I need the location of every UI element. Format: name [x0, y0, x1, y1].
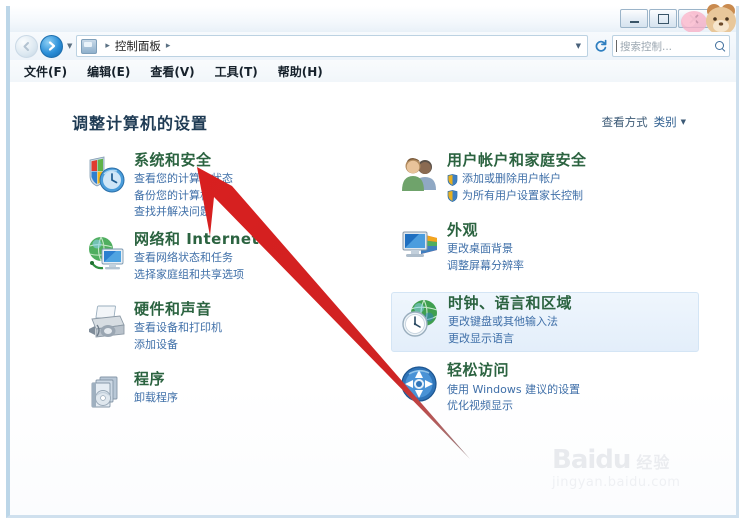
category-link[interactable]: 卸载程序 — [134, 390, 382, 407]
text-caret — [616, 40, 617, 52]
category-title[interactable]: 外观 — [447, 221, 695, 239]
category-link[interactable]: 使用 Windows 建议的设置 — [447, 382, 695, 399]
close-icon — [689, 13, 699, 24]
search-box[interactable]: 搜索控制... — [612, 35, 730, 57]
category-network-and-internet[interactable]: 网络和 Internet 查看网络状态和任务 选择家庭组和共享选项 — [82, 230, 382, 291]
refresh-icon — [595, 39, 607, 52]
category-link[interactable]: 更改桌面背景 — [447, 241, 695, 258]
network-internet-icon — [89, 236, 124, 270]
category-link[interactable]: 调整屏幕分辨率 — [447, 258, 695, 275]
view-by-label: 查看方式 — [601, 115, 648, 129]
category-link[interactable]: 更改键盘或其他输入法 — [448, 314, 698, 331]
category-title[interactable]: 网络和 Internet — [134, 230, 382, 248]
search-icon — [715, 40, 726, 52]
close-button[interactable] — [678, 9, 710, 28]
breadcrumb-separator-1: ▸ — [105, 41, 110, 51]
clock-language-region-icon — [402, 299, 438, 337]
control-panel-window: ▼ ▸ 控制面板 ▸ ▼ 搜索控制... 文件(F) 编辑(E) 查看(V) 工… — [6, 4, 739, 518]
breadcrumb-control-panel[interactable]: 控制面板 — [115, 38, 161, 54]
control-panel-icon — [81, 38, 98, 54]
category-link[interactable]: 更改显示语言 — [448, 331, 698, 348]
category-title[interactable]: 系统和安全 — [134, 151, 382, 169]
watermark-url: jingyan.baidu.com — [552, 475, 681, 490]
category-programs[interactable]: 程序 卸载程序 — [82, 370, 382, 431]
page-title: 调整计算机的设置 — [72, 114, 209, 133]
control-panel-content: 调整计算机的设置 查看方式 类别 ▼ 系统和安全 查看您的计算机状态 备份您的计… — [10, 82, 736, 515]
category-link[interactable]: 添加设备 — [134, 337, 382, 354]
category-column-right: 用户帐户和家庭安全 添加或删除用户帐户 为所有用户设置家长控制 外观 更改桌面背… — [391, 151, 699, 432]
category-link[interactable]: 查看设备和打印机 — [134, 320, 382, 337]
breadcrumb-separator-2[interactable]: ▸ — [166, 41, 171, 51]
system-security-icon — [89, 156, 125, 193]
baidu-watermark: Baidu 经验 jingyan.baidu.com — [552, 447, 722, 505]
category-clock-language-region[interactable]: 时钟、语言和区域 更改键盘或其他输入法 更改显示语言 — [391, 292, 699, 353]
hardware-sound-icon — [89, 305, 125, 338]
menu-help[interactable]: 帮助(H) — [278, 63, 323, 80]
category-link[interactable]: 优化视频显示 — [447, 398, 695, 415]
maximize-icon — [657, 13, 669, 24]
uac-shield-icon — [447, 190, 458, 202]
category-hardware-and-sound[interactable]: 硬件和声音 查看设备和打印机 添加设备 — [82, 300, 382, 361]
back-button[interactable] — [15, 34, 38, 58]
search-input[interactable]: 搜索控制... — [620, 39, 715, 54]
appearance-icon — [402, 231, 437, 257]
ease-of-access-icon — [401, 366, 437, 402]
back-arrow-icon — [23, 41, 29, 51]
programs-icon — [91, 376, 118, 408]
user-accounts-icon — [402, 158, 436, 191]
category-link[interactable]: 为所有用户设置家长控制 — [447, 188, 695, 205]
menu-tools[interactable]: 工具(T) — [215, 63, 258, 80]
uac-shield-icon — [447, 173, 458, 186]
category-link[interactable]: 查看您的计算机状态 — [134, 171, 382, 188]
window-controls — [619, 9, 710, 28]
menu-edit[interactable]: 编辑(E) — [87, 63, 130, 80]
view-by-value[interactable]: 类别 — [654, 114, 677, 130]
window-titlebar — [10, 4, 736, 42]
forward-button[interactable] — [40, 34, 63, 58]
minimize-button[interactable] — [620, 9, 648, 28]
watermark-brand-cn: 经验 — [636, 453, 671, 472]
category-user-accounts-and-family-safety[interactable]: 用户帐户和家庭安全 添加或删除用户帐户 为所有用户设置家长控制 — [395, 151, 695, 212]
view-by-control[interactable]: 查看方式 类别 ▼ — [602, 114, 686, 130]
breadcrumb-bar[interactable]: ▸ 控制面板 ▸ ▼ — [76, 35, 588, 57]
breadcrumb-dropdown-arrow[interactable]: ▼ — [576, 42, 583, 50]
category-column-left: 系统和安全 查看您的计算机状态 备份您的计算机 查找并解决问题 网络和 Inte… — [82, 151, 382, 441]
menu-view[interactable]: 查看(V) — [150, 63, 194, 80]
category-title[interactable]: 用户帐户和家庭安全 — [447, 151, 695, 169]
category-title[interactable]: 轻松访问 — [447, 361, 695, 379]
category-system-and-security[interactable]: 系统和安全 查看您的计算机状态 备份您的计算机 查找并解决问题 — [82, 151, 382, 221]
maximize-button[interactable] — [649, 9, 677, 28]
category-ease-of-access[interactable]: 轻松访问 使用 Windows 建议的设置 优化视频显示 — [395, 361, 695, 422]
address-bar: ▼ ▸ 控制面板 ▸ ▼ 搜索控制... — [10, 32, 736, 60]
category-title[interactable]: 硬件和声音 — [134, 300, 382, 318]
menu-bar: 文件(F) 编辑(E) 查看(V) 工具(T) 帮助(H) — [10, 60, 736, 82]
category-link[interactable]: 备份您的计算机 — [134, 188, 382, 205]
menu-file[interactable]: 文件(F) — [24, 63, 67, 80]
chevron-down-icon[interactable]: ▼ — [681, 118, 686, 126]
minimize-icon — [629, 20, 639, 23]
category-link[interactable]: 查找并解决问题 — [134, 204, 382, 221]
category-appearance[interactable]: 外观 更改桌面背景 调整屏幕分辨率 — [395, 221, 695, 282]
category-link[interactable]: 添加或删除用户帐户 — [447, 171, 695, 188]
watermark-brand: Baidu — [552, 445, 631, 475]
category-title[interactable]: 时钟、语言和区域 — [448, 294, 698, 312]
watermark-brand-row: Baidu 经验 — [552, 447, 722, 473]
category-title[interactable]: 程序 — [134, 370, 382, 388]
desktop-background: ▼ ▸ 控制面板 ▸ ▼ 搜索控制... 文件(F) 编辑(E) 查看(V) 工… — [0, 0, 745, 524]
category-link[interactable]: 选择家庭组和共享选项 — [134, 267, 382, 284]
forward-arrow-icon — [48, 41, 55, 51]
category-link[interactable]: 查看网络状态和任务 — [134, 250, 382, 267]
history-dropdown-button[interactable]: ▼ — [67, 42, 72, 50]
refresh-button[interactable] — [590, 36, 612, 56]
